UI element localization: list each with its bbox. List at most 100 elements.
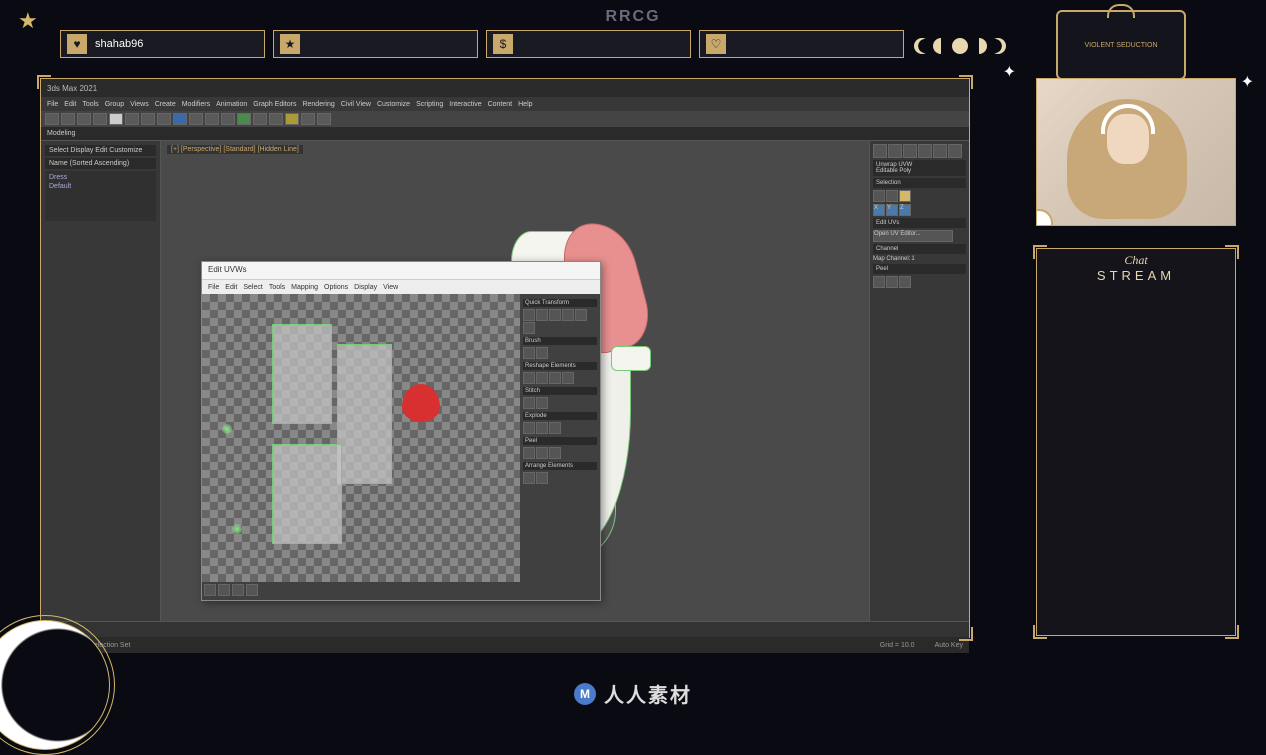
ribbon-tab[interactable]: Modeling	[47, 130, 75, 137]
uv-explode-button[interactable]	[523, 422, 535, 434]
uv-tool-button[interactable]	[549, 309, 561, 321]
layer-button[interactable]	[237, 113, 251, 125]
uv-explode-button[interactable]	[549, 422, 561, 434]
uv-brush-button[interactable]	[536, 347, 548, 359]
app-titlebar[interactable]: 3ds Max 2021	[41, 79, 969, 97]
peel-rollout[interactable]: Peel	[873, 264, 966, 274]
axis-x-button[interactable]: X	[873, 204, 885, 216]
edge-button[interactable]	[886, 190, 898, 202]
uv-canvas[interactable]	[202, 294, 520, 582]
rotate-button[interactable]	[125, 113, 139, 125]
peel-button[interactable]	[886, 276, 898, 288]
menu-item[interactable]: Modifiers	[182, 101, 210, 108]
menu-item[interactable]: Customize	[377, 101, 410, 108]
uv-editor-window[interactable]: Edit UVWs File Edit Select Tools Mapping…	[201, 261, 601, 601]
mirror-button[interactable]	[205, 113, 219, 125]
menu-item[interactable]: Graph Editors	[253, 101, 296, 108]
menu-item[interactable]: Help	[518, 101, 532, 108]
autokey-button[interactable]: Auto Key	[935, 642, 963, 649]
menu-item[interactable]: Create	[155, 101, 176, 108]
uv-arrange-button[interactable]	[536, 472, 548, 484]
uv-menu-item[interactable]: File	[208, 284, 219, 291]
uv-peel-button[interactable]	[536, 447, 548, 459]
modifier-list[interactable]: Unwrap UVW Editable Poly	[873, 160, 966, 176]
menu-item[interactable]: Interactive	[449, 101, 481, 108]
hierarchy-tab[interactable]	[903, 144, 917, 158]
uv-menu-item[interactable]: Options	[324, 284, 348, 291]
menu-item[interactable]: Views	[130, 101, 149, 108]
uv-subobj-button[interactable]	[232, 584, 244, 596]
menu-item[interactable]: Content	[488, 101, 513, 108]
menu-item[interactable]: File	[47, 101, 58, 108]
uv-menu-item[interactable]: Edit	[225, 284, 237, 291]
display-tab[interactable]	[933, 144, 947, 158]
align-button[interactable]	[221, 113, 235, 125]
uv-arrange-button[interactable]	[523, 472, 535, 484]
uv-island[interactable]	[272, 324, 332, 424]
uv-tool-button[interactable]	[562, 309, 574, 321]
selection-rollout[interactable]: Selection	[873, 178, 966, 188]
snap-button[interactable]	[157, 113, 171, 125]
uv-tool-button[interactable]	[523, 309, 535, 321]
menu-item[interactable]: Civil View	[341, 101, 371, 108]
peel-button[interactable]	[873, 276, 885, 288]
uv-brush-button[interactable]	[523, 347, 535, 359]
undo-button[interactable]	[45, 113, 59, 125]
uv-island[interactable]	[272, 444, 342, 544]
uv-menu-item[interactable]: Display	[354, 284, 377, 291]
uv-tool-button[interactable]	[536, 372, 548, 384]
uv-tool-button[interactable]	[549, 372, 561, 384]
uv-selected-island[interactable]	[402, 384, 440, 422]
uv-tool-button[interactable]	[562, 372, 574, 384]
axis-y-button[interactable]: Y	[886, 204, 898, 216]
uv-stitch-button[interactable]	[523, 397, 535, 409]
uv-explode-button[interactable]	[536, 422, 548, 434]
uv-peel-button[interactable]	[523, 447, 535, 459]
menu-item[interactable]: Scripting	[416, 101, 443, 108]
create-tab[interactable]	[873, 144, 887, 158]
menu-item[interactable]: Animation	[216, 101, 247, 108]
uv-subobj-button[interactable]	[204, 584, 216, 596]
axis-z-button[interactable]: Z	[899, 204, 911, 216]
utilities-tab[interactable]	[948, 144, 962, 158]
stack-item[interactable]: Editable Poly	[876, 168, 963, 174]
render-button[interactable]	[317, 113, 331, 125]
menu-item[interactable]: Tools	[82, 101, 98, 108]
open-uv-editor-button[interactable]: Open UV Editor...	[873, 230, 953, 242]
uv-stitch-button[interactable]	[536, 397, 548, 409]
viewport-label[interactable]: [+] [Perspective] [Standard] [Hidden Lin…	[167, 145, 303, 154]
menu-item[interactable]: Rendering	[302, 101, 334, 108]
curve-editor-button[interactable]	[253, 113, 267, 125]
percent-snap-button[interactable]	[189, 113, 203, 125]
uv-island[interactable]	[337, 344, 392, 484]
select-button[interactable]	[93, 113, 107, 125]
uv-tool-button[interactable]	[575, 309, 587, 321]
menu-item[interactable]: Group	[105, 101, 124, 108]
angle-snap-button[interactable]	[173, 113, 187, 125]
motion-tab[interactable]	[918, 144, 932, 158]
uv-menu-item[interactable]: Mapping	[291, 284, 318, 291]
move-button[interactable]	[109, 113, 123, 125]
vertex-button[interactable]	[873, 190, 885, 202]
timeline[interactable]	[41, 621, 969, 637]
uv-tool-button[interactable]	[523, 322, 535, 334]
channel-value[interactable]: 1	[911, 256, 914, 262]
scene-list[interactable]: Dress Default	[45, 171, 156, 221]
uv-tool-button[interactable]	[536, 309, 548, 321]
peel-button[interactable]	[899, 276, 911, 288]
scale-button[interactable]	[141, 113, 155, 125]
uv-subobj-button[interactable]	[246, 584, 258, 596]
uv-menu-item[interactable]: View	[383, 284, 398, 291]
scene-item[interactable]: Dress	[47, 173, 154, 182]
link-button[interactable]	[77, 113, 91, 125]
schematic-button[interactable]	[269, 113, 283, 125]
channel-rollout[interactable]: Channel	[873, 244, 966, 254]
uv-peel-button[interactable]	[549, 447, 561, 459]
uv-subobj-button[interactable]	[218, 584, 230, 596]
redo-button[interactable]	[61, 113, 75, 125]
menu-item[interactable]: Edit	[64, 101, 76, 108]
render-setup-button[interactable]	[301, 113, 315, 125]
uv-menu-item[interactable]: Tools	[269, 284, 285, 291]
uv-tool-button[interactable]	[523, 372, 535, 384]
viewport[interactable]: [+] [Perspective] [Standard] [Hidden Lin…	[161, 141, 869, 621]
